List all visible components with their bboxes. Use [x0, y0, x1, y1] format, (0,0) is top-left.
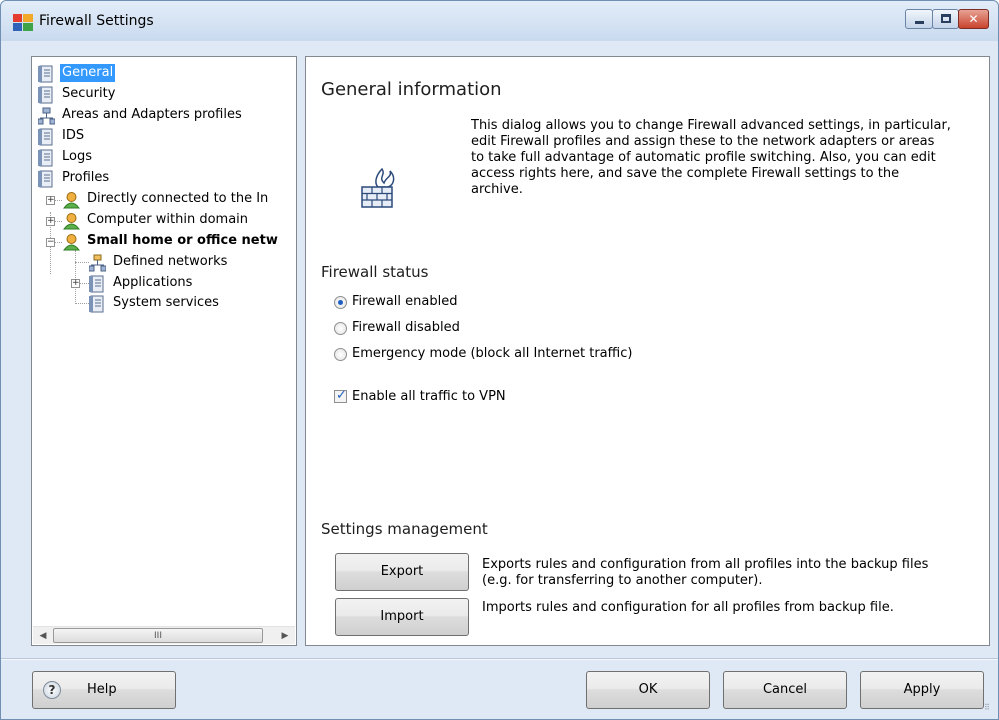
- tree-item-label: Directly connected to the In: [87, 191, 269, 206]
- import-description: Imports rules and configuration for all …: [482, 600, 894, 615]
- description-text: This dialog allows you to change Firewal…: [471, 118, 951, 197]
- window-title: Firewall Settings: [39, 13, 154, 29]
- tree-item-label: IDS: [62, 128, 85, 143]
- title-bar: Firewall Settings ✕: [1, 1, 998, 41]
- tree-item-label: Security: [62, 86, 116, 101]
- radio-button[interactable]: [334, 348, 347, 361]
- tree-item-label: System services: [113, 295, 219, 310]
- vpn-checkbox-label: Enable all traffic to VPN: [352, 389, 506, 404]
- document-icon: [38, 170, 53, 188]
- scroll-grip-icon: III: [154, 631, 162, 641]
- cancel-button[interactable]: Cancel: [723, 671, 847, 709]
- tree-item-label: Applications: [113, 275, 193, 290]
- close-icon: ✕: [968, 12, 979, 26]
- scroll-right-icon[interactable]: ▶: [277, 629, 293, 643]
- document-icon: [38, 65, 53, 83]
- import-button[interactable]: Import: [335, 598, 469, 636]
- tree-item-label: Small home or office netw: [87, 233, 278, 248]
- firewall-icon: [361, 167, 395, 208]
- radio-label: Emergency mode (block all Internet traff…: [352, 346, 633, 361]
- export-button[interactable]: Export: [335, 553, 469, 591]
- radio-label: Firewall disabled: [352, 320, 460, 335]
- expand-toggle-computer-domain[interactable]: +: [46, 217, 55, 226]
- ok-button[interactable]: OK: [586, 671, 710, 709]
- document-icon: [89, 295, 104, 313]
- tree-item-label: Areas and Adapters profiles: [62, 107, 242, 122]
- collapse-toggle-small-office[interactable]: −: [46, 238, 55, 247]
- help-icon: ?: [43, 681, 61, 699]
- radio-button-checked[interactable]: [334, 296, 347, 309]
- settings-tree[interactable]: General Security Areas and Adapters prof…: [31, 56, 297, 646]
- network-icon: [38, 107, 55, 125]
- general-info-panel: General information This dialog allows y…: [305, 56, 990, 646]
- minimize-button[interactable]: [905, 9, 933, 29]
- scroll-left-icon[interactable]: ◀: [35, 629, 51, 643]
- scroll-thumb[interactable]: III: [53, 628, 263, 643]
- help-button[interactable]: ? Help: [32, 671, 176, 709]
- tree-line: [75, 250, 76, 302]
- resize-grip-icon[interactable]: ⠿: [984, 704, 994, 715]
- apply-button[interactable]: Apply: [860, 671, 984, 709]
- network-icon: [89, 254, 106, 272]
- checkmark-icon: ✓: [336, 388, 347, 403]
- document-icon: [89, 275, 104, 293]
- tree-item-label: Profiles: [62, 170, 110, 185]
- close-button[interactable]: ✕: [958, 9, 989, 29]
- help-label: Help: [87, 682, 117, 697]
- tree-item-label: Defined networks: [113, 254, 228, 269]
- horizontal-scrollbar[interactable]: ◀ III ▶: [33, 626, 295, 644]
- maximize-button[interactable]: [932, 9, 959, 29]
- tree-line: [75, 262, 89, 263]
- export-description: Exports rules and configuration from all…: [482, 557, 929, 588]
- user-icon: [63, 192, 80, 209]
- vpn-checkbox[interactable]: ✓: [334, 388, 347, 403]
- document-icon: [38, 128, 53, 146]
- tree-item-label: General: [60, 64, 116, 82]
- firewall-status-heading: Firewall status: [321, 263, 429, 281]
- avg-logo-icon: [13, 14, 33, 31]
- firewall-settings-window: Firewall Settings ✕ General Security Are…: [0, 0, 999, 720]
- maximize-icon: [941, 14, 951, 23]
- expand-toggle-directly-connected[interactable]: +: [46, 196, 55, 205]
- document-icon: [38, 149, 53, 167]
- radio-label: Firewall enabled: [352, 294, 458, 309]
- radio-button[interactable]: [334, 322, 347, 335]
- tree-item-label: Logs: [62, 149, 92, 164]
- settings-management-heading: Settings management: [321, 520, 488, 538]
- tree-line: [75, 303, 89, 304]
- user-icon: [63, 234, 80, 251]
- user-icon: [63, 213, 80, 230]
- tree-item-label: Computer within domain: [87, 212, 249, 227]
- footer-divider: [1, 658, 998, 660]
- minimize-icon: [915, 21, 924, 24]
- document-icon: [38, 86, 53, 104]
- page-title: General information: [321, 79, 502, 100]
- expand-toggle-applications[interactable]: +: [71, 279, 80, 288]
